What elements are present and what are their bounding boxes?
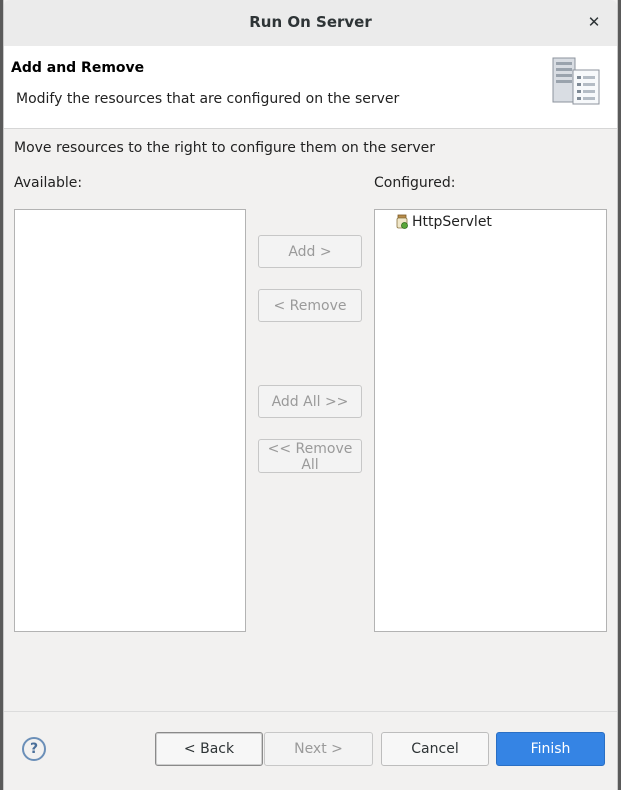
page-description: Modify the resources that are configured… <box>16 91 400 107</box>
wizard-banner: Add and Remove Modify the resources that… <box>4 46 617 129</box>
help-icon[interactable]: ? <box>22 737 46 761</box>
configured-label: Configured: <box>374 175 456 191</box>
add-all-button[interactable]: Add All >> <box>258 385 362 418</box>
page-heading: Add and Remove <box>11 60 145 76</box>
available-list[interactable] <box>14 209 246 632</box>
footer-separator <box>4 711 617 712</box>
close-icon[interactable]: ✕ <box>585 13 603 31</box>
run-on-server-dialog: Run On Server ✕ Add and Remove Modify th… <box>3 0 618 790</box>
title-bar[interactable]: Run On Server ✕ <box>4 0 617 47</box>
list-item[interactable]: HttpServlet <box>395 214 492 230</box>
remove-all-button[interactable]: << Remove All <box>258 439 362 473</box>
server-icon <box>552 57 600 105</box>
add-button[interactable]: Add > <box>258 235 362 268</box>
remove-button[interactable]: < Remove <box>258 289 362 322</box>
jar-icon <box>396 214 408 229</box>
cancel-button[interactable]: Cancel <box>381 732 489 766</box>
back-button[interactable]: < Back <box>155 732 263 766</box>
configured-list[interactable]: HttpServlet <box>374 209 607 632</box>
instruction-text: Move resources to the right to configure… <box>14 140 435 156</box>
finish-button[interactable]: Finish <box>496 732 605 766</box>
available-label: Available: <box>14 175 83 191</box>
configured-item-label: HttpServlet <box>412 214 492 230</box>
dialog-title: Run On Server <box>249 13 372 31</box>
next-button[interactable]: Next > <box>264 732 373 766</box>
